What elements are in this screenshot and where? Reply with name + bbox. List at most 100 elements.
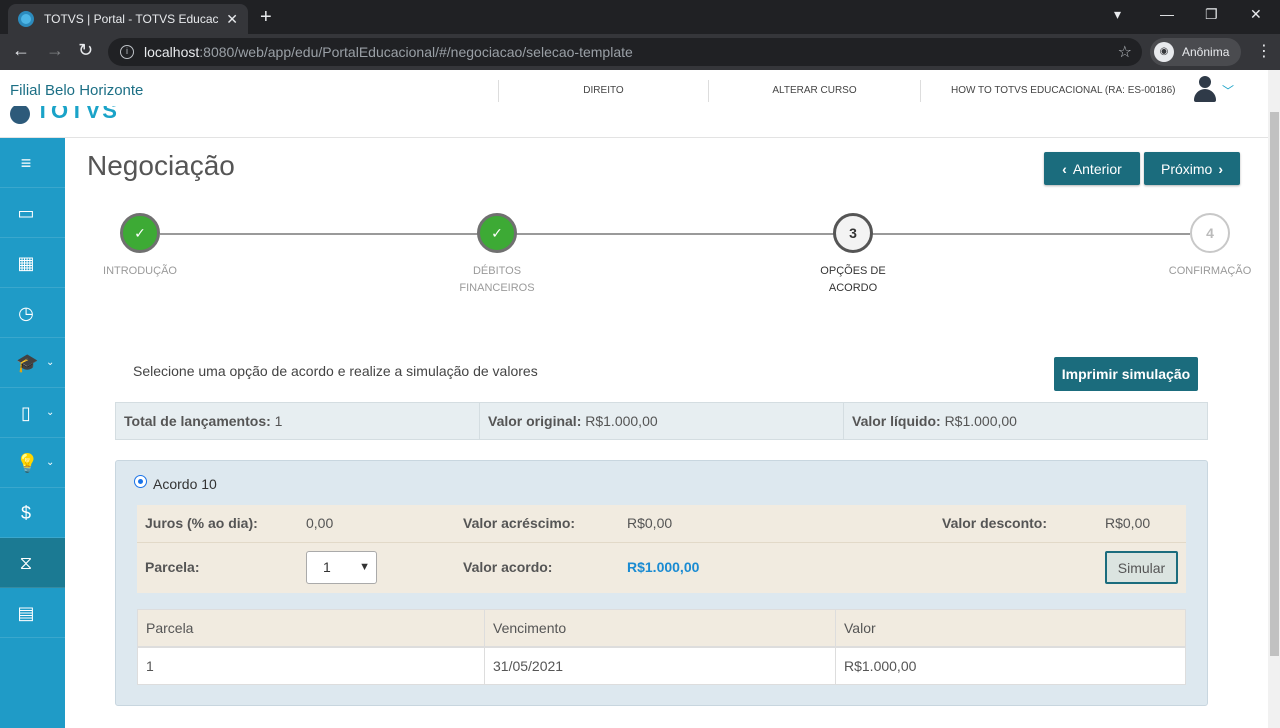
sidebar: ≡ ▭ ▦ ◷ 🎓 ⌄ ▯ ⌄ 💡 ⌄ $ ⧖ ▤: [0, 138, 65, 728]
browser-menu-icon[interactable]: ⋮: [1256, 41, 1272, 61]
sidebar-item-financial[interactable]: $: [0, 488, 65, 538]
totvs-logo: TOTVS: [10, 106, 119, 124]
grid-icon: ▦: [17, 252, 35, 273]
interest-value: 0,00: [306, 515, 334, 531]
agreement-value: R$1.000,00: [627, 559, 700, 575]
installment-selected-value: 1: [323, 559, 331, 575]
tab-search-icon[interactable]: ▾: [1114, 6, 1121, 23]
step-3-circle: 3: [833, 213, 873, 253]
sidebar-item-ideas[interactable]: 💡 ⌄: [0, 438, 65, 488]
previous-button[interactable]: ‹ Anterior: [1044, 152, 1140, 185]
incognito-icon: ◉: [1154, 42, 1174, 62]
instructions-text: Selecione uma opção de acordo e realize …: [133, 363, 538, 379]
branch-name[interactable]: Filial Belo Horizonte: [10, 82, 143, 99]
cell-vencimento: 31/05/2021: [484, 648, 835, 684]
sidebar-item-monitor[interactable]: ▭: [0, 188, 65, 238]
tab-title: TOTVS | Portal - TOTVS Educacional: [44, 12, 219, 26]
installment-select[interactable]: 1 ▼: [306, 551, 377, 584]
step-2-check-icon: ✓: [477, 213, 517, 253]
step-1-check-icon: ✓: [120, 213, 160, 253]
details-divider: [137, 542, 1186, 543]
minimize-icon[interactable]: —: [1160, 6, 1174, 22]
next-label: Próximo: [1160, 160, 1213, 177]
new-tab-icon[interactable]: +: [260, 6, 272, 29]
header-link-direito[interactable]: DIREITO: [498, 80, 708, 102]
app-header: Filial Belo Horizonte TOTVS DIREITO ALTE…: [0, 70, 1268, 138]
monitor-icon: ▭: [17, 202, 35, 223]
sidebar-item-grid[interactable]: ▦: [0, 238, 65, 288]
forward-icon[interactable]: →: [46, 40, 64, 61]
page-title: Negociação: [87, 150, 235, 181]
step-4-circle: 4: [1190, 213, 1230, 253]
url-path: :8080/web/app/edu/PortalEducacional/#/ne…: [199, 44, 633, 60]
page-scrollbar-thumb[interactable]: [1270, 112, 1279, 656]
agreement-radio[interactable]: [134, 475, 147, 488]
address-bar[interactable]: i localhost:8080/web/app/edu/PortalEduca…: [108, 38, 1142, 66]
cell-parcela: 1: [146, 658, 154, 674]
summary-bar: Total de lançamentos: 1 Valor original: …: [115, 402, 1208, 440]
header-link-alterar-curso[interactable]: ALTERAR CURSO: [708, 80, 920, 102]
lightbulb-icon: 💡: [16, 452, 39, 473]
layout-icon: ▤: [17, 602, 35, 623]
column-header-vencimento[interactable]: Vencimento: [484, 610, 835, 646]
step-label-opcoes: OPÇÕES DE ACORDO: [820, 265, 886, 294]
simulate-button[interactable]: Simular: [1105, 551, 1178, 584]
agreement-value-label: Valor acordo:: [463, 559, 553, 575]
logo-mark-icon: [10, 106, 30, 124]
cell-valor: R$1.000,00: [835, 648, 1185, 684]
chevron-right-icon: ›: [1218, 160, 1224, 177]
logo-text: TOTVS: [36, 106, 119, 123]
back-icon[interactable]: ←: [12, 40, 30, 61]
previous-label: Anterior: [1072, 160, 1122, 177]
bookmark-star-icon[interactable]: ☆: [1118, 42, 1132, 62]
step-label-confirmacao: CONFIRMAÇÃO: [1168, 265, 1252, 277]
increase-value: R$0,00: [627, 515, 673, 531]
sidebar-item-clock[interactable]: ◷: [0, 288, 65, 338]
sidebar-item-negotiation[interactable]: ⧖: [0, 538, 65, 588]
summary-original-value: R$1.000,00: [585, 413, 658, 429]
chevron-down-icon: ⌄: [46, 407, 55, 418]
summary-total-value: 1: [274, 413, 283, 429]
column-header-parcela[interactable]: Parcela: [138, 610, 484, 646]
restore-icon[interactable]: ❐: [1205, 6, 1218, 23]
totvs-favicon-icon: [18, 11, 34, 27]
table-row[interactable]: 1 31/05/2021 R$1.000,00: [138, 648, 1185, 684]
discount-value: R$0,00: [1105, 515, 1151, 531]
chevron-left-icon: ‹: [1062, 160, 1067, 177]
sidebar-item-menu[interactable]: ≡: [0, 138, 65, 188]
dollar-doc-icon: $: [20, 502, 31, 523]
print-simulation-button[interactable]: Imprimir simulação: [1054, 357, 1198, 391]
installment-label: Parcela:: [145, 559, 200, 575]
header-user-name[interactable]: HOW TO TOTVS EDUCACIONAL (RA: ES-00186): [920, 80, 1176, 102]
table-header: Parcela Vencimento Valor: [138, 610, 1185, 648]
agreement-label[interactable]: Acordo 10: [153, 476, 217, 492]
step-label-debitos: DÉBITOS FINANCEIROS: [459, 265, 535, 294]
installments-table: Parcela Vencimento Valor 1 31/05/2021 R$…: [137, 609, 1186, 685]
chevron-down-icon: ⌄: [46, 357, 55, 368]
site-info-icon[interactable]: i: [120, 45, 134, 59]
close-tab-icon[interactable]: ✕: [226, 11, 238, 28]
sidebar-item-layout[interactable]: ▤: [0, 588, 65, 638]
chevron-down-icon: ▼: [359, 561, 370, 573]
clipboard-icon: ▯: [21, 402, 31, 423]
menu-icon: ≡: [20, 152, 32, 173]
graduation-cap-icon: 🎓: [16, 352, 39, 373]
next-button[interactable]: Próximo ›: [1144, 152, 1240, 185]
reload-icon[interactable]: ↻: [78, 40, 93, 61]
url-host: localhost: [144, 44, 200, 60]
user-avatar-icon[interactable]: [1192, 76, 1218, 102]
sidebar-item-clipboard[interactable]: ▯ ⌄: [0, 388, 65, 438]
clock-icon: ◷: [18, 302, 34, 323]
summary-original-label: Valor original:: [488, 413, 582, 429]
stepper-line: [160, 233, 1190, 235]
close-window-icon[interactable]: ✕: [1250, 6, 1262, 23]
summary-total: Total de lançamentos: 1: [116, 403, 479, 439]
summary-net-label: Valor líquido:: [852, 413, 941, 429]
summary-total-label: Total de lançamentos:: [124, 413, 271, 429]
incognito-profile-button[interactable]: ◉ Anônima: [1150, 38, 1242, 66]
browser-tab[interactable]: TOTVS | Portal - TOTVS Educacional ✕: [8, 4, 248, 34]
sidebar-item-academic[interactable]: 🎓 ⌄: [0, 338, 65, 388]
chevron-down-icon[interactable]: ﹀: [1222, 82, 1234, 99]
browser-toolbar: ← → ↻ i localhost:8080/web/app/edu/Porta…: [0, 34, 1280, 70]
column-header-valor[interactable]: Valor: [835, 610, 1185, 646]
